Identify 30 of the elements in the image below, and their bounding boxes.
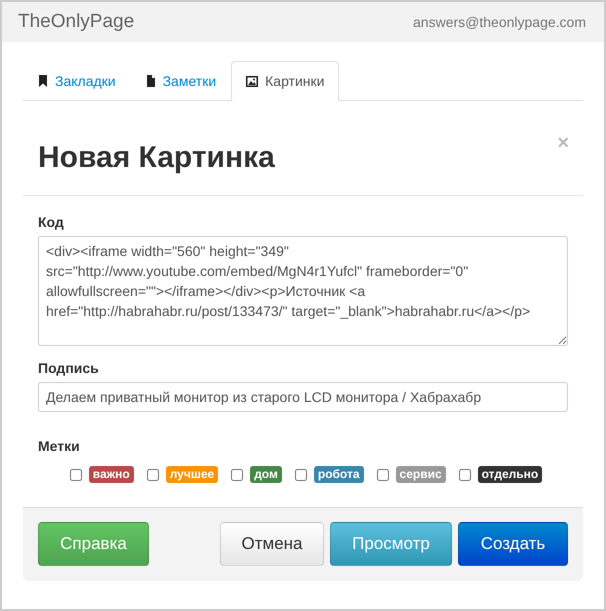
caption-label: Подпись — [38, 360, 100, 376]
tag-label: сервис — [396, 466, 446, 483]
tag-label: отдельно — [478, 466, 542, 483]
tag-label: лучшее — [166, 466, 218, 483]
tag-checkbox[interactable] — [294, 468, 307, 480]
code-field[interactable]: <div><iframe width="560" height="349" src="http://www.youtube.com/embed/MgN4r1Yufcl" frameborder="0" allowfullscreen=""></iframe></div><p>Источник <a href="http://habrahabr.ru/post/133473/" target="_blank">habrahabr.ru</a></p> — [38, 236, 568, 346]
bookmark-icon — [38, 75, 48, 87]
tag-checkbox[interactable] — [70, 468, 82, 480]
code-label: Код — [38, 214, 65, 230]
tag-checkbox[interactable] — [458, 468, 471, 480]
footer-button[interactable]: Просмотр — [330, 522, 452, 566]
image-icon — [246, 76, 258, 86]
tag-checkbox[interactable] — [376, 468, 389, 480]
tag-label: дом — [250, 466, 282, 483]
caption-field[interactable]: Делаем приватный монитор из старого LCD монитора / Хабрахабр — [38, 382, 568, 412]
tag-checkbox[interactable] — [231, 468, 244, 480]
tag-label: робота — [314, 466, 364, 483]
tag-checkbox[interactable] — [146, 468, 159, 480]
tab[interactable]: Картинки — [231, 61, 340, 101]
footer-button[interactable]: Справка — [38, 522, 149, 566]
document-icon — [146, 75, 156, 87]
user-email[interactable]: answers@theonlypage.com — [413, 14, 586, 30]
tags-label: Метки — [38, 438, 81, 454]
brand-logo[interactable]: TheOnlyPage — [18, 11, 134, 33]
footer-button[interactable]: Создать — [458, 522, 568, 566]
tag-label: важно — [88, 466, 134, 483]
tab[interactable]: Заметки — [130, 61, 232, 101]
tab[interactable]: Закладки — [23, 61, 131, 101]
modal-title: Новая Картинка — [38, 141, 275, 175]
footer-button[interactable]: Отмена — [220, 522, 324, 566]
